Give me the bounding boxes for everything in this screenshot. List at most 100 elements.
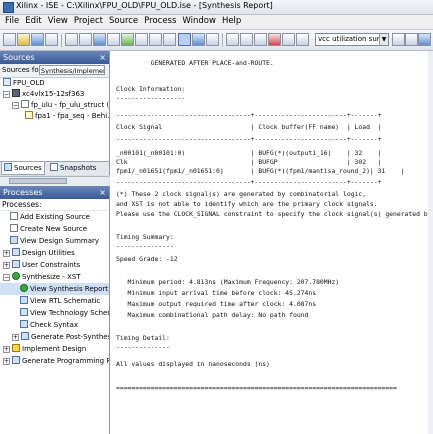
process-label: View Technology Schema — [30, 309, 109, 317]
sources-tab-icon — [4, 163, 12, 171]
processes-panel: Processes × Processes: Add Existing Sour… — [0, 186, 110, 434]
menu-process[interactable]: Process — [141, 15, 179, 26]
schematic-icon — [20, 296, 28, 304]
menu-source[interactable]: Source — [106, 15, 141, 26]
processes-panel-title: Processes — [3, 188, 43, 197]
window-icon[interactable] — [149, 33, 162, 46]
copy-icon[interactable] — [240, 33, 253, 46]
undo-icon[interactable] — [282, 33, 295, 46]
process-view-technology-schematic[interactable]: View Technology Schema — [0, 307, 109, 319]
process-create-new-source[interactable]: Create New Source — [0, 223, 109, 235]
report-line: Maximum combinational path delay: No pat… — [116, 311, 309, 319]
collapse-icon[interactable]: − — [3, 274, 10, 281]
tab-sources[interactable]: Sources — [1, 162, 45, 175]
report-scrollbar[interactable] — [428, 51, 433, 434]
process-view-design-summary[interactable]: View Design Summary — [0, 235, 109, 247]
close-icon[interactable]: × — [99, 186, 106, 199]
report-line: -----------------------------------+----… — [116, 135, 382, 143]
collapse-icon[interactable]: − — [3, 91, 10, 98]
folder-icon — [12, 260, 20, 268]
stop-icon[interactable] — [135, 33, 148, 46]
binoculars-icon[interactable] — [296, 33, 309, 46]
report-line: ========================================… — [116, 384, 397, 392]
new-icon[interactable] — [3, 33, 16, 46]
title-bar: Xilinx - ISE - C:\Xilinx\FPU_OLD\FPU_OLD… — [0, 0, 433, 15]
process-implement-design[interactable]: + Implement Design — [0, 343, 109, 355]
menu-help[interactable]: Help — [219, 15, 244, 26]
menu-window[interactable]: Window — [179, 15, 219, 26]
hierarchy-icon[interactable] — [93, 33, 106, 46]
menu-file[interactable]: File — [2, 15, 22, 26]
tree-item-submodule[interactable]: fpa1 - fpa_seq - Behi... — [0, 111, 109, 122]
forward-icon[interactable] — [405, 33, 418, 46]
sources-panel-header: Sources × — [0, 51, 109, 64]
tab-label: Snapshots — [60, 164, 97, 172]
process-generate-programming-file[interactable]: + Generate Programming File — [0, 355, 109, 367]
list-icon[interactable] — [79, 33, 92, 46]
close-icon[interactable]: × — [99, 51, 106, 64]
menu-edit[interactable]: Edit — [22, 15, 44, 26]
help-icon[interactable] — [418, 33, 431, 46]
tree-item-label: xc4vlx15-12sf363 — [22, 90, 85, 98]
process-label: View Design Summary — [20, 237, 100, 245]
sources-panel: Sources × Sources for: Synthesis/Impleme… — [0, 51, 110, 175]
tab-snapshots[interactable]: Snapshots — [48, 162, 98, 174]
sources-for-select[interactable]: Synthesis/Implementat — [39, 65, 105, 75]
sources-for-row: Sources for: Synthesis/Implementat — [0, 64, 109, 78]
report-line: -----------------------------------+----… — [116, 178, 382, 186]
synthesis-report-view[interactable]: GENERATED AFTER PLACE-and-ROUTE. Clock I… — [110, 51, 433, 434]
process-label: Add Existing Source — [20, 213, 90, 221]
simulation-icon — [21, 332, 29, 340]
properties-icon[interactable] — [65, 33, 78, 46]
schematic-icon — [20, 308, 28, 316]
sources-scrollbar[interactable] — [0, 176, 109, 186]
expand-icon[interactable]: + — [12, 334, 19, 341]
process-label: View RTL Schematic — [30, 297, 101, 305]
collapse-icon[interactable]: − — [12, 102, 19, 109]
search-combo[interactable]: vcc utilization summary ▼ — [315, 33, 389, 46]
report-line: Timing Summary: — [116, 233, 174, 241]
print-icon[interactable] — [45, 33, 58, 46]
run-icon[interactable] — [121, 33, 134, 46]
expand-icon[interactable]: + — [3, 358, 10, 365]
report-line: ------------------ — [116, 94, 186, 102]
back-icon[interactable] — [392, 33, 405, 46]
tree-item-top-module[interactable]: − fp_ulu - fp_ulu_struct ( — [0, 100, 109, 111]
zoom-icon[interactable] — [192, 33, 205, 46]
check-icon — [20, 284, 28, 292]
report-line: --------------- — [116, 242, 174, 250]
expand-icon[interactable]: + — [3, 250, 10, 257]
paste-icon[interactable] — [254, 33, 267, 46]
menu-view[interactable]: View — [45, 15, 71, 26]
cut-icon[interactable] — [226, 33, 239, 46]
scroll-thumb[interactable] — [9, 178, 67, 184]
process-view-rtl-schematic[interactable]: View RTL Schematic — [0, 295, 109, 307]
process-design-utilities[interactable]: + Design Utilities — [0, 247, 109, 259]
process-user-constraints[interactable]: + User Constraints — [0, 259, 109, 271]
menu-project[interactable]: Project — [71, 15, 106, 26]
tree-item-device[interactable]: − xc4vlx15-12sf363 — [0, 89, 109, 100]
process-add-existing-source[interactable]: Add Existing Source — [0, 211, 109, 223]
expand-icon[interactable]: + — [3, 262, 10, 269]
toolbar-separator — [222, 33, 223, 47]
module-icon[interactable] — [107, 33, 120, 46]
process-view-synthesis-report[interactable]: View Synthesis Report — [0, 283, 109, 295]
process-generate-post-synthesis[interactable]: + Generate Post-Synthesis S — [0, 331, 109, 343]
report-line: GENERATED AFTER PLACE-and-ROUTE. — [116, 59, 274, 67]
process-check-syntax[interactable]: Check Syntax — [0, 319, 109, 331]
delete-icon[interactable] — [268, 33, 281, 46]
report-line: Maximum output required time after clock… — [116, 300, 317, 308]
cascade-icon[interactable] — [163, 33, 176, 46]
syntax-icon — [20, 320, 28, 328]
chip-icon — [12, 89, 20, 97]
save-icon[interactable] — [31, 33, 44, 46]
find-icon[interactable] — [206, 33, 219, 46]
report-line: Speed Grade: -12 — [116, 255, 178, 263]
chevron-down-icon[interactable]: ▼ — [379, 34, 388, 45]
selected-tool-icon[interactable] — [178, 33, 191, 46]
open-icon[interactable] — [17, 33, 30, 46]
tab-label: Sources — [14, 164, 42, 172]
expand-icon[interactable]: + — [3, 346, 10, 353]
process-synthesize-xst[interactable]: − Synthesize - XST — [0, 271, 109, 283]
tree-item-project[interactable]: FPU_OLD — [0, 78, 109, 89]
